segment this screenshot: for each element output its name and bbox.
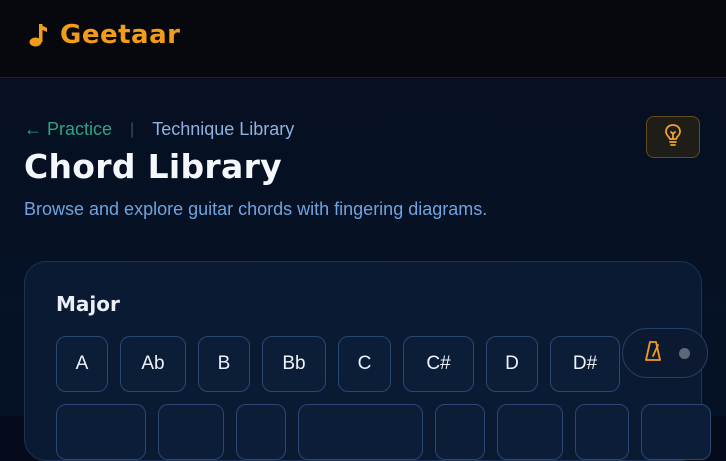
chord-button-ab[interactable]: Ab [120, 336, 186, 392]
chord-button[interactable] [56, 404, 146, 460]
chord-row [56, 404, 711, 460]
breadcrumb-technique-library-link[interactable]: Technique Library [152, 119, 294, 140]
chord-button[interactable] [435, 404, 485, 460]
metronome-toggle[interactable] [622, 328, 708, 378]
section-title: Major [56, 292, 120, 316]
chord-button[interactable] [158, 404, 224, 460]
page-subtitle: Browse and explore guitar chords with fi… [24, 199, 488, 219]
chord-button[interactable] [236, 404, 286, 460]
chord-button[interactable] [298, 404, 423, 460]
page-title: Chord Library [24, 147, 282, 186]
brand-name: Geetaar [60, 20, 181, 50]
lightbulb-icon [663, 123, 683, 151]
breadcrumb-separator: | [130, 120, 135, 138]
metronome-icon [645, 340, 661, 366]
chord-button[interactable] [641, 404, 711, 460]
music-note-icon [28, 21, 48, 49]
hint-button[interactable] [646, 116, 700, 158]
chord-button-a[interactable]: A [56, 336, 108, 392]
chord-button-d-sharp[interactable]: D# [550, 336, 620, 392]
breadcrumb-back-link[interactable]: ← Practice [24, 119, 112, 140]
main-content: ← Practice | Technique Library Chord Lib… [0, 79, 726, 461]
chord-button-b[interactable]: B [198, 336, 250, 392]
brand[interactable]: Geetaar [28, 20, 180, 50]
chord-button[interactable] [575, 404, 629, 460]
chord-button-d[interactable]: D [486, 336, 538, 392]
chord-button-c-sharp[interactable]: C# [403, 336, 474, 392]
chord-section-card: Major A Ab B Bb C C# D D# [24, 261, 711, 461]
chord-row: A Ab B Bb C C# D D# [56, 336, 620, 392]
metronome-status-dot [679, 347, 690, 359]
breadcrumb: ← Practice | Technique Library [24, 119, 294, 140]
chord-button-c[interactable]: C [338, 336, 391, 392]
chord-button-bb[interactable]: Bb [262, 336, 326, 392]
top-bar: Geetaar [0, 0, 726, 78]
chord-button[interactable] [497, 404, 563, 460]
